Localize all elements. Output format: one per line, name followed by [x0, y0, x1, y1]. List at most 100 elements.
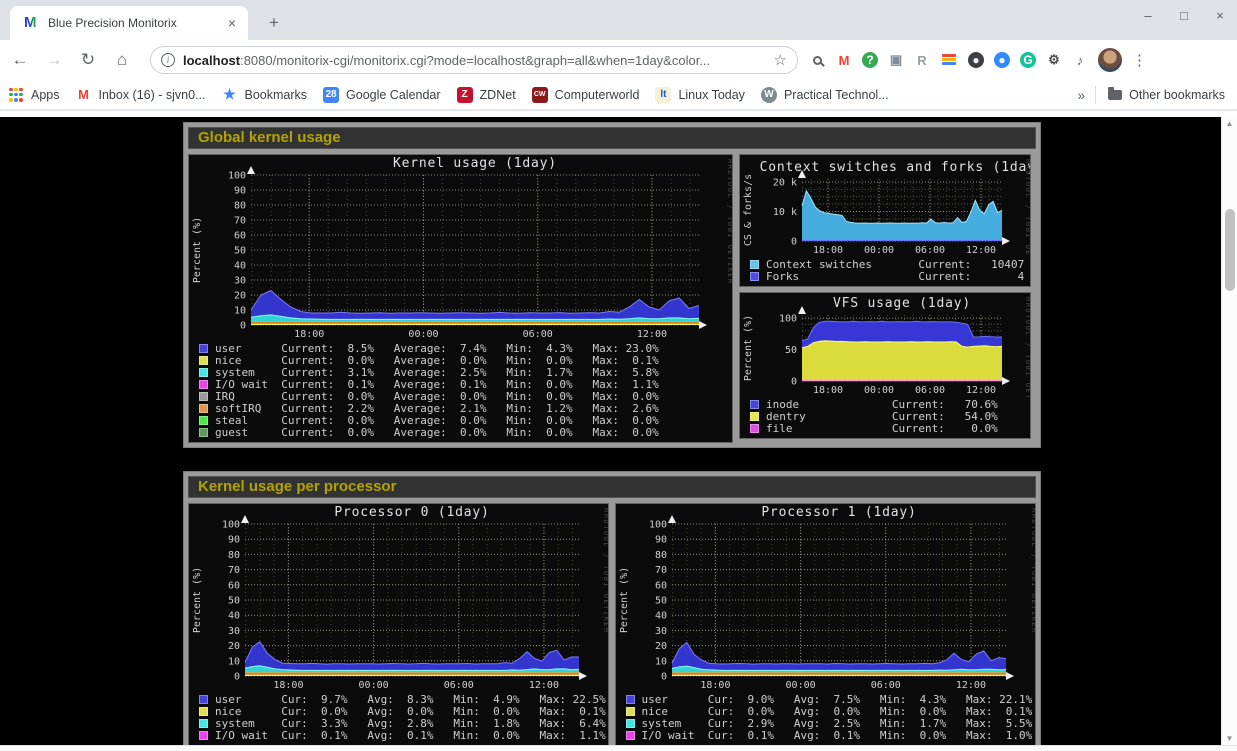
legend-color-chip	[750, 260, 759, 269]
bookmark-item-5[interactable]: CW Computerworld	[524, 83, 648, 107]
maximize-button[interactable]: □	[1177, 8, 1191, 23]
reload-button[interactable]: ↻	[74, 46, 102, 74]
new-tab-button[interactable]: +	[262, 12, 286, 36]
svg-text:18:00: 18:00	[813, 245, 843, 256]
bookmark-icon: Z	[457, 87, 473, 103]
svg-text:80: 80	[228, 550, 240, 561]
scroll-up-icon[interactable]: ▲	[1222, 119, 1237, 128]
tab-monitorix[interactable]: M Blue Precision Monitorix ×	[10, 6, 248, 40]
svg-text:CS & forks/s: CS & forks/s	[743, 174, 754, 246]
minimize-button[interactable]: –	[1141, 8, 1155, 23]
chart-legend: inode Current: 70.6%dentry Current: 54.0…	[740, 397, 1030, 438]
tab-strip: M Blue Precision Monitorix × + – □ ×	[0, 0, 1237, 40]
bookmark-item-0[interactable]: Apps	[0, 83, 68, 107]
bookmarks-bar: AppsMInbox (16) - sjvn0...★Bookmarks28Go…	[0, 80, 1237, 110]
folder-icon	[1108, 90, 1122, 100]
svg-text:Percent (%): Percent (%)	[619, 567, 630, 633]
bookmark-label: Computerworld	[555, 88, 640, 102]
home-button[interactable]: ⌂	[108, 46, 136, 74]
svg-text:06:00: 06:00	[444, 680, 474, 691]
legend-row: system Current: 3.1% Average: 2.5% Min: …	[199, 366, 732, 378]
processor-1-graph[interactable]: 010203040506070809010018:0000:0006:0012:…	[615, 503, 1037, 745]
bookmark-star-icon[interactable]: ☆	[774, 51, 787, 69]
svg-text:12:00: 12:00	[637, 329, 667, 340]
bookmark-item-6[interactable]: ltLinux Today	[647, 83, 753, 107]
svg-text:RRDTOOL / TOBI OETIKER: RRDTOOL / TOBI OETIKER	[1024, 297, 1030, 397]
site-info-icon[interactable]: i	[161, 53, 175, 67]
processor-0-graph[interactable]: 010203040506070809010018:0000:0006:0012:…	[188, 503, 609, 745]
svg-text:40: 40	[234, 261, 246, 272]
zoom-extension-icon: ●	[994, 52, 1010, 68]
legend-row: dentry Current: 54.0%	[750, 410, 1030, 422]
svg-text:100: 100	[222, 520, 240, 531]
reading-stack-extension-icon[interactable]	[940, 51, 958, 69]
svg-text:RRDTOOL / TOBI OETIKER: RRDTOOL / TOBI OETIKER	[726, 159, 732, 285]
back-button[interactable]: ←	[6, 46, 34, 74]
extensions-puzzle-icon[interactable]: ⚙	[1046, 52, 1062, 68]
other-bookmarks-button[interactable]: Other bookmarks	[1096, 88, 1237, 102]
svg-text:00:00: 00:00	[785, 680, 815, 691]
search-extension-icon[interactable]	[808, 51, 826, 69]
grammarly-icon[interactable]: G	[1020, 52, 1036, 68]
svg-text:80: 80	[234, 201, 246, 212]
legend-row: system Cur: 2.9% Avg: 2.5% Min: 1.7% Max…	[626, 717, 1036, 729]
pocket-extension-icon[interactable]: ●	[968, 52, 984, 68]
svg-text:18:00: 18:00	[273, 680, 303, 691]
legend-color-chip	[199, 344, 208, 353]
legend-color-chip	[750, 400, 759, 409]
svg-text:70: 70	[234, 216, 246, 227]
svg-text:40: 40	[228, 611, 240, 622]
svg-text:00:00: 00:00	[864, 385, 894, 396]
legend-row: user Current: 8.5% Average: 7.4% Min: 4.…	[199, 342, 732, 354]
context-switches-graph[interactable]: 010 k20 k18:0000:0006:0012:00Context swi…	[739, 154, 1031, 287]
bookmarks-overflow-chevron[interactable]: »	[1067, 87, 1095, 103]
vertical-scrollbar[interactable]: ▲ ▼	[1221, 117, 1237, 745]
section-kernel-usage-per-processor: Kernel usage per processor 0102030405060…	[183, 471, 1041, 745]
legend-color-chip	[626, 695, 635, 704]
chart-legend: user Cur: 9.0% Avg: 7.5% Min: 4.3% Max: …	[616, 692, 1036, 745]
address-bar[interactable]: i localhost:8080/monitorix-cgi/monitorix…	[150, 46, 798, 74]
bookmark-item-1[interactable]: MInbox (16) - sjvn0...	[68, 83, 214, 107]
kernel-usage-graph[interactable]: 010203040506070809010018:0000:0006:0012:…	[188, 154, 733, 443]
bookmark-item-3[interactable]: 28Google Calendar	[315, 83, 449, 107]
svg-text:RRDTOOL / TOBI OETIKER: RRDTOOL / TOBI OETIKER	[1024, 159, 1030, 257]
gmail-icon[interactable]: M	[836, 52, 852, 68]
svg-text:20: 20	[228, 641, 240, 652]
scrollbar-thumb[interactable]	[1225, 209, 1235, 291]
bookmark-icon: CW	[532, 87, 548, 103]
bookmark-item-4[interactable]: ZZDNet	[449, 83, 524, 107]
legend-color-chip	[626, 731, 635, 740]
r-extension-icon[interactable]: R	[914, 52, 930, 68]
section-title: Kernel usage per processor	[188, 476, 1036, 498]
chart-legend: user Current: 8.5% Average: 7.4% Min: 4.…	[189, 341, 732, 442]
legend-text: I/O wait Cur: 0.1% Avg: 0.1% Min: 0.0% M…	[642, 729, 1033, 742]
horizontal-scrollbar[interactable]	[0, 745, 1237, 751]
svg-text:40: 40	[654, 611, 666, 622]
scroll-down-icon[interactable]: ▼	[1222, 734, 1237, 743]
tab-close-icon[interactable]: ×	[224, 15, 240, 31]
bookmark-label: Inbox (16) - sjvn0...	[99, 88, 206, 102]
svg-text:06:00: 06:00	[915, 245, 945, 256]
bookmark-icon: 28	[323, 87, 339, 103]
legend-row: nice Cur: 0.0% Avg: 0.0% Min: 0.0% Max: …	[626, 705, 1036, 717]
browser-menu-icon[interactable]: ⋮	[1132, 51, 1147, 69]
media-queue-icon[interactable]: ♪	[1072, 52, 1088, 68]
voice-extension-icon[interactable]: ?	[862, 52, 878, 68]
legend-row: I/O wait Cur: 0.1% Avg: 0.1% Min: 0.0% M…	[626, 729, 1036, 741]
bookmark-icon: ★	[222, 87, 238, 103]
profile-avatar[interactable]	[1098, 48, 1122, 72]
zoom-extension-icon[interactable]: ●	[994, 52, 1010, 68]
bookmark-item-7[interactable]: WPractical Technol...	[753, 83, 897, 107]
copy-extension-icon[interactable]: ▣	[888, 52, 904, 68]
bookmark-icon: W	[761, 87, 777, 103]
svg-text:RRDTOOL / TOBI OETIKER: RRDTOOL / TOBI OETIKER	[602, 508, 608, 634]
vfs-usage-graph[interactable]: 05010018:0000:0006:0012:00VFS usage (1da…	[739, 292, 1031, 439]
svg-text:06:00: 06:00	[523, 329, 553, 340]
bookmark-icon	[8, 87, 24, 103]
legend-color-chip	[199, 404, 208, 413]
bookmark-item-2[interactable]: ★Bookmarks	[214, 83, 316, 107]
bookmark-label: Linux Today	[678, 88, 745, 102]
svg-text:50: 50	[228, 596, 240, 607]
forward-button[interactable]: →	[40, 46, 68, 74]
window-close-button[interactable]: ×	[1213, 8, 1227, 23]
